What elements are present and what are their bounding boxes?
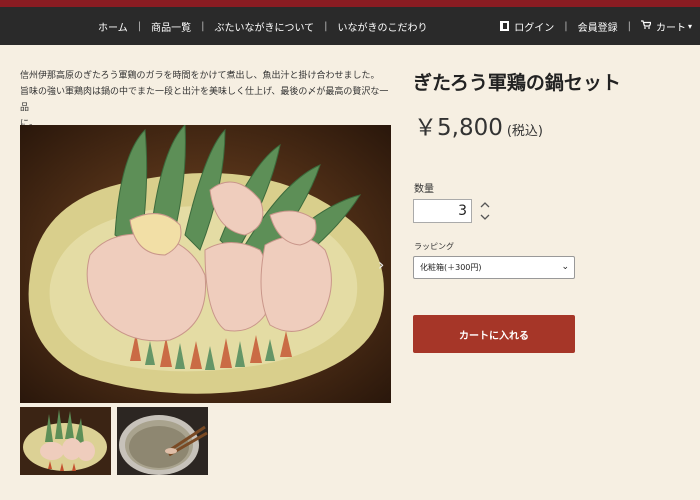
login-link[interactable]: ログイン (514, 19, 554, 34)
login-door-icon (500, 21, 510, 31)
nav-about[interactable]: ぶたいながきについて (214, 19, 314, 34)
nav-separator: | (201, 20, 205, 32)
chevron-down-icon: ⌄ (561, 262, 569, 272)
main-menu: ホーム | 商品一覧 | ぶたいながきについて | いながきのこだわり (98, 7, 428, 45)
quantity-input[interactable] (413, 199, 472, 223)
register-link[interactable]: 会員登録 (578, 19, 618, 34)
main-product-image (20, 125, 391, 403)
top-navigation: ホーム | 商品一覧 | ぶたいながきについて | いながきのこだわり ログイン… (0, 7, 700, 45)
add-to-cart-button[interactable]: カートに入れる (413, 315, 575, 353)
description-line: 信州伊那高原のぎたろう軍鶏のガラを時間をかけて煮出し、魚出汁と掛け合わせました。 (20, 71, 380, 81)
price-amount: ￥5,800 (414, 115, 503, 141)
nav-separator: | (137, 20, 142, 32)
product-title: ぎたろう軍鶏の鍋セット (413, 72, 621, 94)
wrapping-label: ラッピング (414, 242, 454, 251)
cart-link[interactable]: カート (656, 19, 686, 34)
chevron-down-icon: ▾ (687, 21, 692, 31)
wrapping-select[interactable]: 化粧箱(＋300円) ⌄ (413, 256, 575, 279)
cart-icon (640, 20, 652, 32)
nav-commitment[interactable]: いながきのこだわり (338, 19, 428, 34)
top-accent-bar (0, 0, 700, 7)
nav-separator: | (627, 20, 631, 32)
price-tax-note: (税込) (506, 124, 544, 139)
thumbnail-image-2[interactable] (117, 407, 208, 475)
nav-separator: | (564, 20, 568, 32)
chevron-right-icon[interactable]: › (378, 257, 384, 273)
product-description: 信州伊那高原のぎたろう軍鶏のガラを時間をかけて煮出し、魚出汁と掛け合わせました。… (20, 68, 390, 132)
quantity-label: 数量 (414, 184, 434, 195)
nav-home[interactable]: ホーム (98, 19, 128, 34)
wrapping-selected-option: 化粧箱(＋300円) (420, 263, 482, 272)
thumbnail-image-1[interactable] (20, 407, 111, 475)
description-line: 旨味の強い軍鶏肉は鍋の中でまた一段と出汁を美味しく仕上げ、最後の〆が最高の贅沢な… (20, 87, 389, 113)
nav-separator: | (324, 20, 328, 32)
product-price: ￥5,800 (税込) (414, 108, 543, 142)
up-down-stepper-icon[interactable] (479, 200, 491, 222)
nav-products[interactable]: 商品一覧 (151, 19, 191, 34)
account-menu: ログイン | 会員登録 | カート ▾ (500, 7, 692, 45)
